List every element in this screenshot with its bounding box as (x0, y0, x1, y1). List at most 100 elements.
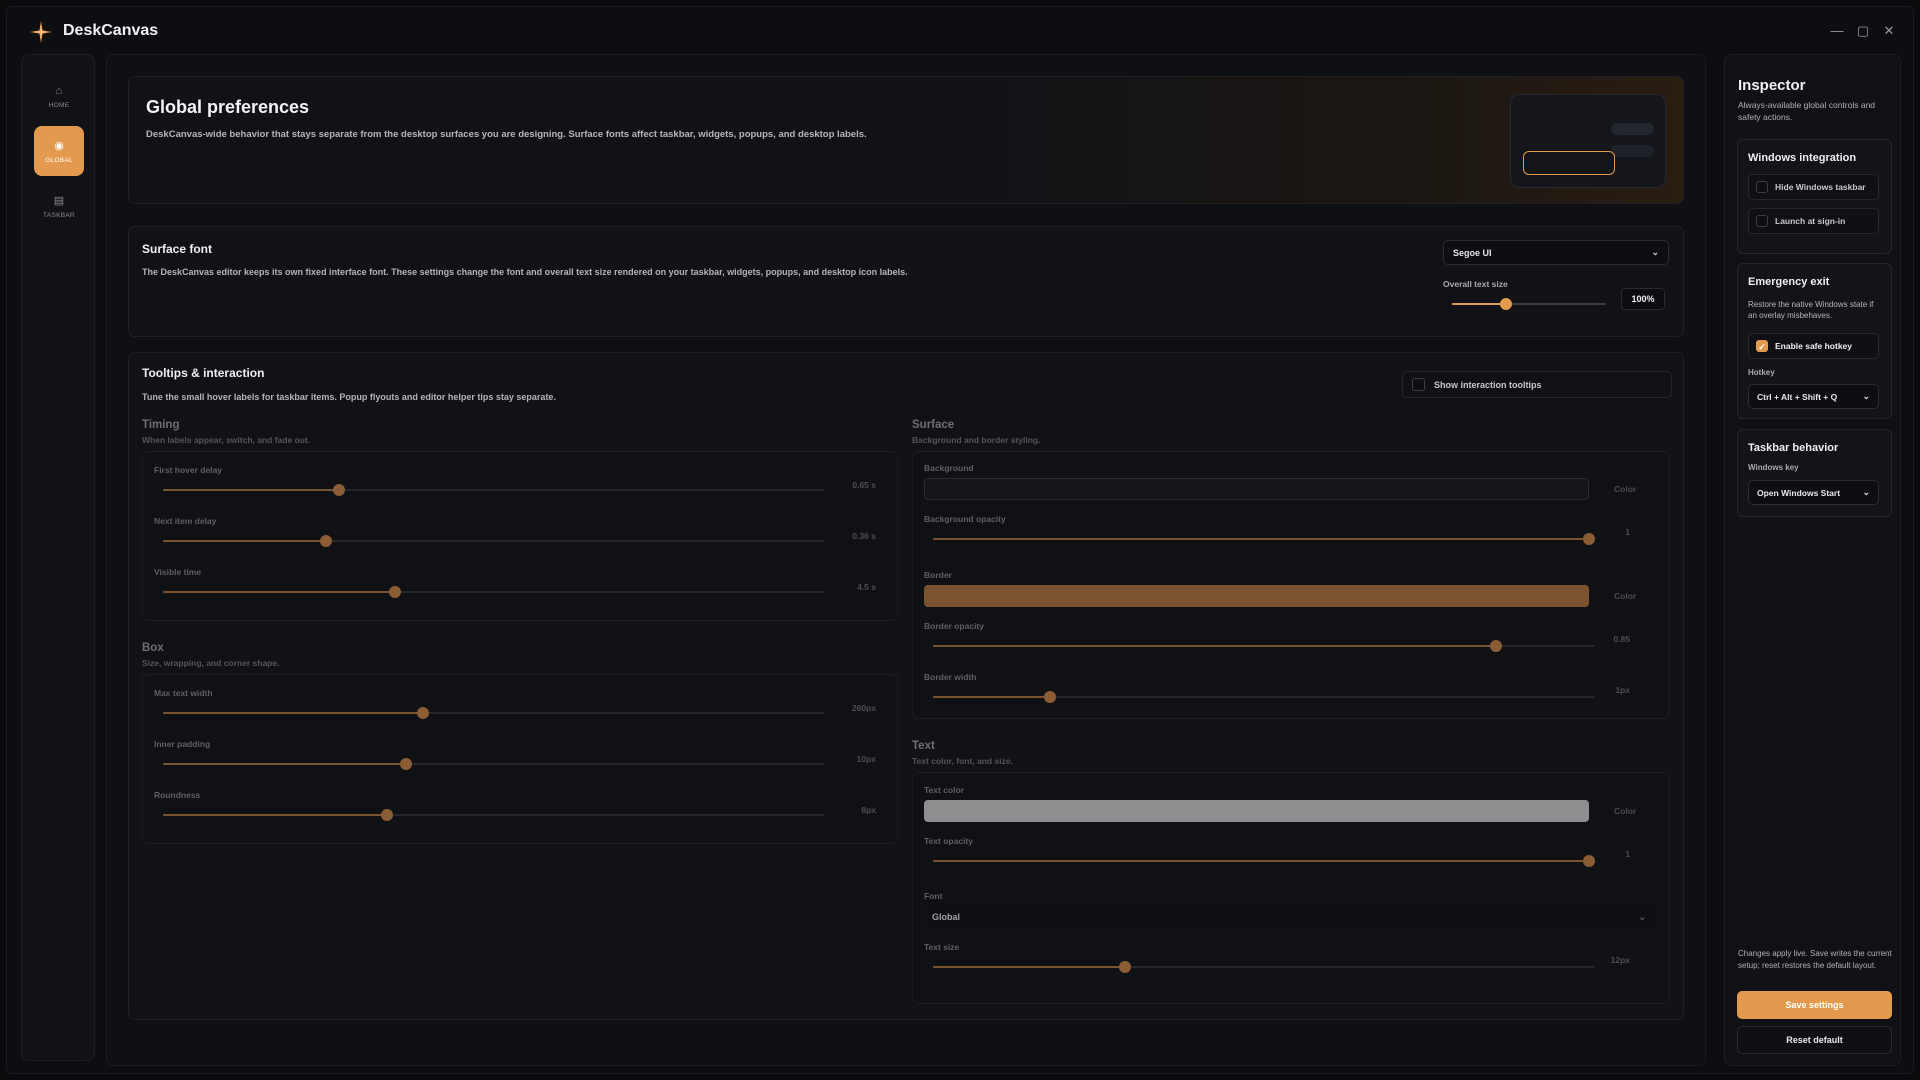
preview-pill (1611, 145, 1654, 157)
text-size-label: Text size (924, 942, 960, 952)
slider-thumb[interactable] (416, 707, 429, 719)
slider-thumb[interactable] (389, 586, 401, 598)
checkmark-icon[interactable]: ✓ (1756, 340, 1768, 352)
windows-key-label: Windows key (1748, 463, 1799, 472)
select-value: Open Windows Start (1757, 487, 1841, 498)
preview-button (1523, 151, 1615, 175)
slider-fill (163, 712, 423, 714)
chevron-down-icon: ⌄ (1638, 911, 1646, 922)
sidebar: ⌂ HOME ◉ GLOBAL ▤ TASKBAR (21, 54, 95, 1061)
slider-thumb[interactable] (381, 809, 394, 821)
taskbar-behavior-card: Taskbar behavior Windows key Open Window… (1737, 429, 1892, 517)
border-width-value: 1px (1615, 685, 1630, 695)
emergency-exit-card: Emergency exit Restore the native Window… (1737, 263, 1892, 419)
enable-safe-hotkey-toggle[interactable]: ✓ Enable safe hotkey (1748, 333, 1879, 359)
nav-label: TASKBAR (43, 211, 75, 219)
text-size-slider[interactable] (933, 961, 1595, 973)
nav-home[interactable]: ⌂ HOME (34, 71, 84, 121)
next-item-delay-value: 0.36 s (852, 531, 876, 541)
surface-font-card: Surface font The DeskCanvas editor keeps… (128, 226, 1684, 337)
tooltips-card: Tooltips & interaction Tune the small ho… (128, 352, 1684, 1020)
text-opacity-value: 1 (1625, 849, 1630, 859)
section-title: Surface font (142, 242, 213, 256)
text-color-label: Text color (924, 785, 964, 795)
show-tooltips-toggle[interactable]: Show interaction tooltips (1402, 371, 1672, 398)
inspector-description: Always-available global controls and saf… (1738, 100, 1876, 122)
text-color-swatch[interactable] (924, 800, 1589, 822)
section-title: Tooltips & interaction (142, 366, 265, 380)
inner-padding-label: Inner padding (154, 739, 211, 749)
select-value: Global (932, 912, 961, 922)
toggle-label: Show interaction tooltips (1434, 379, 1542, 390)
inner-padding-value: 10px (856, 754, 876, 764)
text-opacity-slider[interactable] (933, 855, 1595, 867)
box-title: Box (142, 642, 164, 654)
inner-padding-slider[interactable] (163, 758, 824, 770)
slider-fill (163, 591, 395, 593)
app-title: DeskCanvas (63, 22, 159, 39)
roundness-value: 8px (861, 805, 876, 815)
main-content: Global preferences DeskCanvas-wide behav… (106, 54, 1706, 1066)
page-description: DeskCanvas-wide behavior that stays sepa… (146, 129, 867, 140)
hotkey-label: Hotkey (1748, 368, 1775, 377)
toggle-label: Launch at sign-in (1775, 216, 1846, 226)
border-opacity-slider[interactable] (933, 640, 1595, 652)
hero-card: Global preferences DeskCanvas-wide behav… (128, 76, 1684, 204)
first-hover-delay-slider[interactable] (163, 484, 824, 496)
background-color-button[interactable]: Color (1614, 484, 1636, 494)
slider-thumb[interactable] (1489, 640, 1502, 652)
border-width-label: Border width (924, 672, 977, 682)
slider-thumb[interactable] (1118, 961, 1131, 973)
checkbox[interactable] (1756, 181, 1768, 193)
timing-subtitle: When labels appear, switch, and fade out… (142, 435, 311, 445)
surface-font-select[interactable]: Segoe UI ⌄ (1443, 240, 1669, 265)
chevron-down-icon: ⌄ (1862, 487, 1870, 497)
maximize-button[interactable]: ▢ (1854, 23, 1872, 39)
nav-taskbar[interactable]: ▤ TASKBAR (34, 181, 84, 231)
slider-fill (933, 696, 1051, 698)
slider-fill (933, 860, 1589, 862)
toggle-label: Hide Windows taskbar (1775, 182, 1866, 192)
hotkey-select[interactable]: Ctrl + Alt + Shift + Q ⌄ (1748, 384, 1879, 409)
slider-thumb[interactable] (1499, 298, 1512, 310)
roundness-slider[interactable] (163, 809, 824, 821)
close-button[interactable]: ✕ (1880, 23, 1898, 39)
save-settings-button[interactable]: Save settings (1737, 991, 1892, 1019)
launch-at-signin-toggle[interactable]: Launch at sign-in (1748, 208, 1879, 234)
background-color-swatch[interactable] (924, 478, 1589, 500)
checkbox[interactable] (1412, 378, 1425, 391)
overall-text-size-slider[interactable] (1452, 298, 1606, 310)
timing-title: Timing (142, 419, 180, 431)
nav-global[interactable]: ◉ GLOBAL (34, 126, 84, 176)
border-width-slider[interactable] (933, 691, 1595, 703)
slider-fill (163, 489, 340, 491)
border-color-swatch[interactable] (924, 585, 1589, 607)
text-color-button[interactable]: Color (1614, 806, 1636, 816)
visible-time-slider[interactable] (163, 586, 824, 598)
background-opacity-slider[interactable] (933, 533, 1595, 545)
hide-windows-taskbar-toggle[interactable]: Hide Windows taskbar (1748, 174, 1879, 200)
minimize-button[interactable]: — (1828, 23, 1846, 38)
text-font-select[interactable]: Global ⌄ (924, 905, 1654, 929)
section-description: The DeskCanvas editor keeps its own fixe… (142, 267, 908, 277)
slider-thumb[interactable] (320, 535, 333, 547)
emergency-description: Restore the native Windows state if an o… (1748, 300, 1874, 321)
overall-text-size-value[interactable]: 100% (1621, 288, 1665, 310)
reset-default-button[interactable]: Reset default (1737, 1026, 1892, 1054)
windows-key-select[interactable]: Open Windows Start ⌄ (1748, 480, 1879, 505)
slider-thumb[interactable] (1044, 691, 1057, 703)
next-item-delay-slider[interactable] (163, 535, 824, 547)
text-opacity-label: Text opacity (924, 836, 973, 846)
slider-thumb[interactable] (400, 758, 413, 770)
roundness-label: Roundness (154, 790, 201, 800)
text-font-label: Font (924, 891, 943, 901)
select-value: Segoe UI (1453, 247, 1492, 258)
card-title: Windows integration (1748, 152, 1857, 164)
text-subtitle: Text color, font, and size. (912, 756, 1013, 766)
checkbox[interactable] (1756, 215, 1768, 227)
max-text-width-slider[interactable] (163, 707, 824, 719)
home-icon: ⌂ (55, 84, 63, 97)
background-label: Background (924, 463, 974, 473)
slider-thumb[interactable] (333, 484, 346, 496)
border-color-button[interactable]: Color (1614, 591, 1636, 601)
